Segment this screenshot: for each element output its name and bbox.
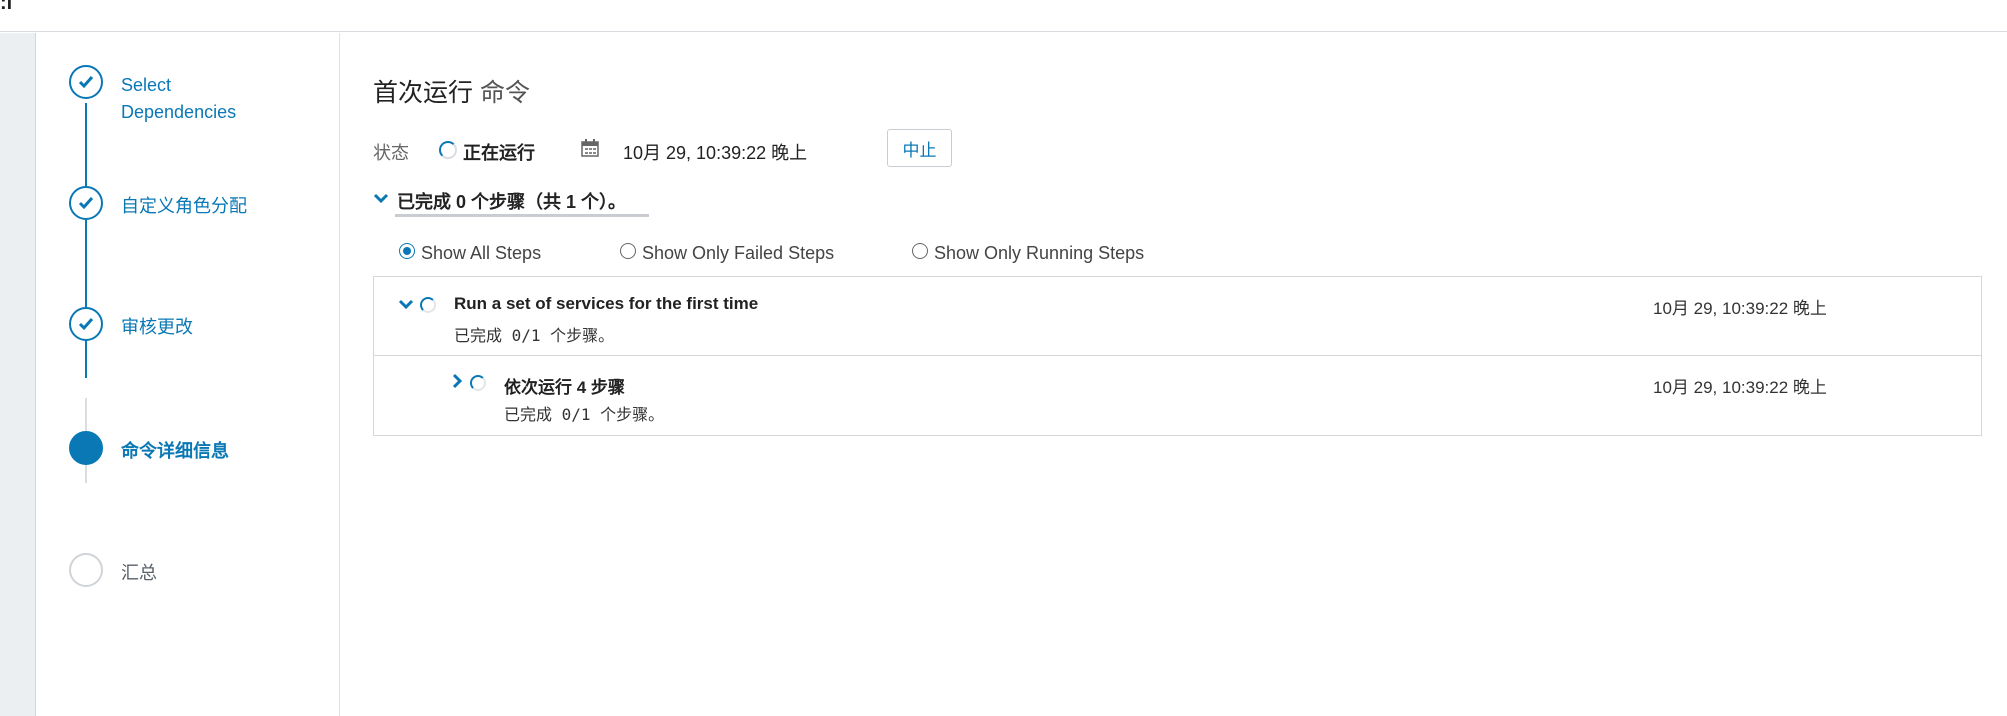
table-row[interactable]: Run a set of services for the first time… bbox=[374, 277, 1981, 356]
wizard-step-label[interactable]: 审核更改 bbox=[121, 314, 193, 341]
wizard-step-label[interactable]: 汇总 bbox=[121, 560, 157, 587]
title-main: 首次运行 bbox=[373, 79, 474, 107]
wizard-step-label-line1: Select bbox=[121, 75, 172, 95]
status-row: 状态 正在运行 10月 29, 10:39:22 晚上 中止 bbox=[373, 129, 1073, 169]
step-time: 10月 29, 10:39:22 晚上 bbox=[1653, 378, 1827, 397]
filter-running-radio[interactable] bbox=[912, 243, 928, 259]
wizard-step-select-dependencies[interactable]: Select Dependencies bbox=[69, 65, 329, 125]
page-title: 首次运行 命令 bbox=[373, 73, 530, 109]
step-title: 依次运行 4 步骤 bbox=[504, 378, 625, 397]
step-done-indicator bbox=[69, 307, 103, 341]
check-icon bbox=[78, 318, 94, 331]
steps-summary-toggle[interactable]: 已完成 0 个步骤（共 1 个）。 bbox=[373, 185, 673, 217]
summary-underline bbox=[395, 214, 649, 217]
calendar-icon bbox=[581, 139, 599, 157]
wizard-step-label[interactable]: Select Dependencies bbox=[121, 72, 236, 126]
running-spinner-icon bbox=[420, 297, 436, 313]
filter-all-label[interactable]: Show All Steps bbox=[421, 243, 541, 264]
wizard-step-review-changes[interactable]: 审核更改 bbox=[69, 307, 329, 367]
step-progress: 已完成 0/1 个步骤。 bbox=[454, 326, 615, 345]
running-spinner-icon bbox=[470, 375, 486, 391]
steps-summary: 已完成 0 个步骤（共 1 个）。 bbox=[397, 192, 627, 212]
filter-running-label[interactable]: Show Only Running Steps bbox=[934, 243, 1144, 264]
filter-all-radio[interactable] bbox=[399, 243, 415, 259]
wizard-step-label-line2: Dependencies bbox=[121, 102, 237, 122]
filter-failed-label[interactable]: Show Only Failed Steps bbox=[642, 243, 834, 264]
running-spinner-icon bbox=[439, 141, 457, 159]
steps-table: Run a set of services for the first time… bbox=[373, 276, 1982, 436]
step-progress: 已完成 0/1 个步骤。 bbox=[504, 405, 665, 424]
wizard-step-label[interactable]: 命令详细信息 bbox=[121, 438, 229, 465]
step-title: Run a set of services for the first time bbox=[454, 294, 759, 313]
status-label: 状态 bbox=[373, 143, 409, 163]
top-bar: :l bbox=[0, 0, 2007, 32]
wizard-step-command-details[interactable]: 命令详细信息 bbox=[69, 431, 329, 491]
chevron-down-icon bbox=[373, 193, 389, 204]
left-gutter bbox=[0, 33, 36, 716]
step-current-indicator bbox=[69, 431, 103, 465]
wizard-step-custom-role-assignment[interactable]: 自定义角色分配 bbox=[69, 186, 329, 246]
title-suffix: 命令 bbox=[473, 79, 530, 107]
step-time: 10月 29, 10:39:22 晚上 bbox=[1653, 299, 1827, 318]
chevron-right-icon[interactable] bbox=[452, 373, 464, 389]
check-icon bbox=[78, 197, 94, 210]
status-value: 正在运行 bbox=[463, 143, 535, 163]
step-done-indicator bbox=[69, 65, 103, 99]
header-fragment: :l bbox=[0, 0, 13, 14]
wizard-step-label[interactable]: 自定义角色分配 bbox=[121, 193, 247, 220]
step-pending-indicator bbox=[69, 553, 103, 587]
filter-failed-radio[interactable] bbox=[620, 243, 636, 259]
check-icon bbox=[78, 76, 94, 89]
step-done-indicator bbox=[69, 186, 103, 220]
wizard-step-summary[interactable]: 汇总 bbox=[69, 553, 329, 613]
command-details-panel: 首次运行 命令 状态 正在运行 10月 29, 10:39:22 晚上 中止 已… bbox=[341, 33, 2007, 716]
step-filter-group: Show All Steps Show Only Failed Steps Sh… bbox=[399, 239, 1599, 269]
wizard-sidebar: Select Dependencies 自定义角色分配 审核更改 命令详细信息 … bbox=[37, 33, 340, 716]
start-time: 10月 29, 10:39:22 晚上 bbox=[623, 143, 808, 163]
abort-button[interactable]: 中止 bbox=[887, 129, 952, 167]
chevron-down-icon[interactable] bbox=[398, 299, 414, 311]
table-row[interactable]: 依次运行 4 步骤 已完成 0/1 个步骤。 10月 29, 10:39:22 … bbox=[374, 357, 1981, 435]
